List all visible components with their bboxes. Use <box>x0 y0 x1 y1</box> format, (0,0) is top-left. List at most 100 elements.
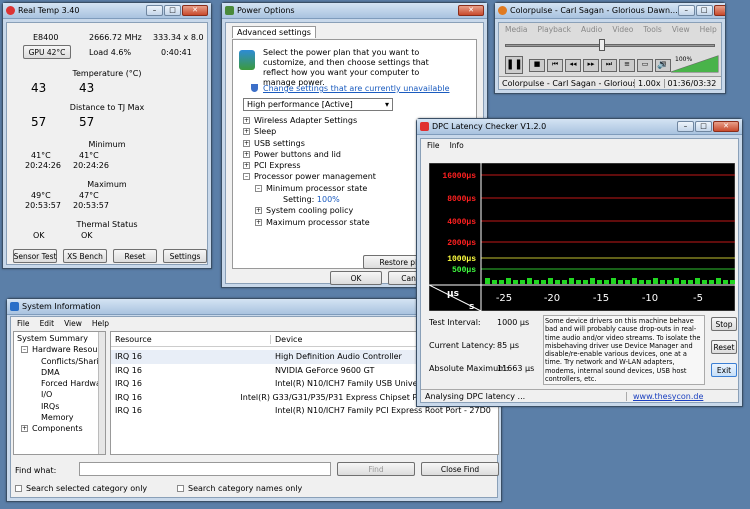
minimize-button[interactable]: – <box>677 121 694 132</box>
close-button[interactable]: ✕ <box>713 5 725 16</box>
min-state-value[interactable]: 100% <box>317 195 340 204</box>
sensor-test-button[interactable]: Sensor Test <box>13 249 57 263</box>
gpu-temp-button[interactable]: GPU 42°C <box>23 45 71 59</box>
menu-help[interactable]: Help <box>92 319 109 328</box>
plan-selected: High performance [Active] <box>247 100 353 109</box>
menu-file[interactable]: File <box>17 319 30 328</box>
plan-dropdown[interactable]: High performance [Active] ▾ <box>243 98 393 111</box>
menu-video[interactable]: Video <box>612 25 633 34</box>
col-device[interactable]: Device <box>271 335 302 344</box>
xs-bench-button[interactable]: XS Bench <box>63 249 107 263</box>
speaker-icon[interactable]: 🔈 <box>657 60 668 70</box>
seek-bar[interactable] <box>505 44 715 47</box>
y-tick-label: 500µs <box>452 266 476 275</box>
tree-components[interactable]: + Components <box>17 424 105 435</box>
expand-icon: + <box>243 117 250 124</box>
menu-tools[interactable]: Tools <box>643 25 661 34</box>
colorpulse-titlebar[interactable]: Colorpulse - Carl Sagan - Glorious Dawn.… <box>495 3 725 19</box>
core1-min: 41°C <box>31 151 51 160</box>
fullscreen-icon[interactable]: ▭ <box>637 59 653 72</box>
realtemp-titlebar[interactable]: Real Temp 3.40 – □ ✕ <box>3 3 211 19</box>
reset-button[interactable]: Reset <box>113 249 157 263</box>
tree-conflicts[interactable]: Conflicts/Sharing <box>17 357 105 368</box>
rewind-icon[interactable]: ◂◂ <box>565 59 581 72</box>
y-tick-label: 2000µs <box>447 239 476 248</box>
cpu-load: Load 4.6% <box>89 48 132 57</box>
search-names-checkbox[interactable]: Search category names only <box>177 484 302 493</box>
menu-media[interactable]: Media <box>505 25 528 34</box>
x-tick-label: -25 <box>496 293 512 304</box>
power-icon <box>225 6 234 15</box>
current-latency-label: Current Latency: <box>429 341 496 350</box>
close-button[interactable]: ✕ <box>458 5 484 16</box>
minimize-button[interactable]: – <box>146 5 163 16</box>
tab-advanced-settings[interactable]: Advanced settings <box>232 26 316 38</box>
search-selected-checkbox[interactable]: Search selected category only <box>15 484 147 493</box>
latency-bar <box>527 278 532 284</box>
menu-help[interactable]: Help <box>700 25 717 34</box>
seek-thumb[interactable] <box>599 39 605 51</box>
maximize-button[interactable]: □ <box>695 5 713 16</box>
latency-bar <box>674 278 679 284</box>
power-title: Power Options <box>237 6 295 15</box>
colorpulse-menu: Media Playback Audio Video Tools View He… <box>499 23 721 35</box>
expand-icon: + <box>255 218 262 226</box>
previous-icon[interactable]: ⏮ <box>547 59 563 72</box>
menu-audio[interactable]: Audio <box>581 25 602 34</box>
close-find-button[interactable]: Close Find <box>421 462 499 476</box>
close-button[interactable]: ✕ <box>713 121 739 132</box>
playback-time: 01:36/03:32 <box>667 78 717 88</box>
close-button[interactable]: ✕ <box>182 5 208 16</box>
menu-edit[interactable]: Edit <box>40 319 55 328</box>
thermometer-icon <box>6 6 15 15</box>
tree-scrollbar[interactable] <box>98 332 105 454</box>
thermal-status-heading: Thermal Status <box>76 220 138 229</box>
find-input[interactable] <box>79 462 331 476</box>
collapse-icon: – <box>243 173 250 181</box>
pause-icon[interactable]: ❚❚ <box>505 56 523 74</box>
find-button[interactable]: Find <box>337 462 415 476</box>
latency-bar <box>499 280 504 284</box>
menu-playback[interactable]: Playback <box>538 25 571 34</box>
menu-view[interactable]: View <box>672 25 690 34</box>
col-resource[interactable]: Resource <box>111 334 271 344</box>
dpc-titlebar[interactable]: DPC Latency Checker V1.2.0 – □ ✕ <box>417 119 742 135</box>
playlist-icon[interactable]: ≡ <box>619 59 635 72</box>
tree-forced-hardware[interactable]: Forced Hardware <box>17 379 105 390</box>
stop-button[interactable]: Stop <box>711 317 737 331</box>
tree-irqs[interactable]: IRQs <box>17 402 105 413</box>
ok-button[interactable]: OK <box>330 271 382 285</box>
core1-min-time: 20:24:26 <box>25 161 61 170</box>
core1-distance: 57 <box>31 115 47 129</box>
forward-icon[interactable]: ▸▸ <box>583 59 599 72</box>
exit-button[interactable]: Exit <box>711 363 737 377</box>
minimize-button[interactable]: – <box>677 5 695 16</box>
uac-shield-icon <box>251 84 258 92</box>
expand-icon: + <box>243 139 250 147</box>
latency-bar <box>723 280 728 284</box>
reset-button[interactable]: Reset <box>711 340 737 354</box>
next-icon[interactable]: ⏭ <box>601 59 617 72</box>
menu-info[interactable]: Info <box>450 141 464 150</box>
tree-hardware-resources[interactable]: – Hardware Resources <box>17 345 105 356</box>
menu-file[interactable]: File <box>427 141 440 150</box>
settings-button[interactable]: Settings <box>163 249 207 263</box>
tree-system-summary[interactable]: System Summary <box>17 334 105 345</box>
core2-min: 41°C <box>79 151 99 160</box>
power-titlebar[interactable]: Power Options ✕ <box>222 3 487 19</box>
latency-bar <box>688 280 693 284</box>
thesycon-link[interactable]: www.thesycon.de <box>627 392 703 401</box>
menu-view[interactable]: View <box>64 319 82 328</box>
now-playing: Colorpulse - Carl Sagan - Glorious Dawn <box>499 78 635 88</box>
cell-resource: IRQ 16 <box>115 365 142 375</box>
dpc-body: File Info 16000µs 8000µs 4000µs 2000µs 1000µ… <box>420 138 739 403</box>
tree-io[interactable]: I/O <box>17 390 105 401</box>
stop-icon[interactable]: ■ <box>529 59 545 72</box>
expand-icon: + <box>243 128 250 136</box>
maximize-button[interactable]: □ <box>695 121 712 132</box>
change-settings-link[interactable]: Change settings that are currently unava… <box>263 84 450 93</box>
y-unit-label: µs <box>447 289 459 299</box>
tree-dma[interactable]: DMA <box>17 368 105 379</box>
maximize-button[interactable]: □ <box>164 5 181 16</box>
tree-memory[interactable]: Memory <box>17 413 105 424</box>
